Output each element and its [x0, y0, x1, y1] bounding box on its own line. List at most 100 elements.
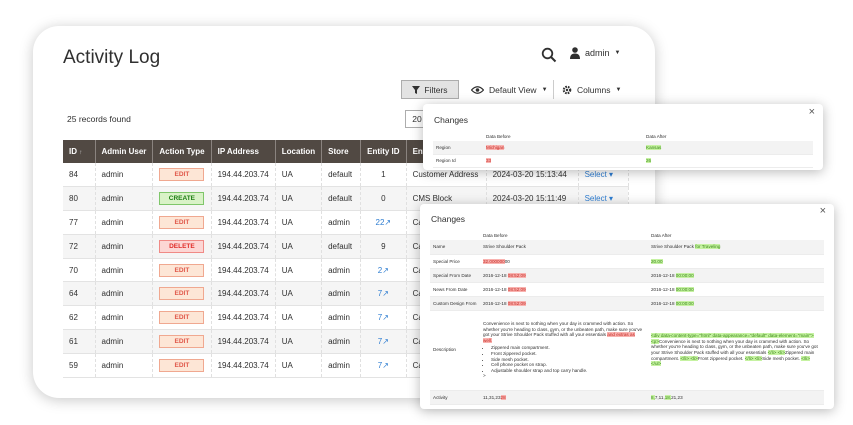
col-data-after: Data After	[646, 134, 667, 139]
cell-admin-user: admin	[95, 258, 154, 283]
changes-modal-region: Changes × Data Before Data After Region …	[423, 104, 823, 170]
field-label: Name	[430, 240, 480, 255]
chevron-down-icon: ▼	[615, 86, 622, 93]
col-data-after: Data After	[651, 232, 672, 238]
after-value: 2016-12-18	[651, 286, 675, 292]
field-label: Description	[430, 310, 480, 391]
cell-store: default	[321, 186, 362, 212]
cell-location: UA	[275, 258, 323, 283]
chevron-down-icon: ▼	[541, 86, 548, 93]
action-badge: EDIT	[159, 334, 205, 348]
table-row: News From Date 2016-12-18 08:52:09 2016-…	[430, 282, 824, 297]
table-row: Region Id 33 26	[433, 154, 813, 168]
added-text: </li> <li>	[680, 355, 698, 361]
user-icon	[570, 47, 580, 59]
entity-id-link[interactable]: 22↗	[376, 218, 392, 227]
select-action-dropdown[interactable]: Select	[585, 194, 607, 203]
after-value: 2016-12-18	[651, 272, 675, 278]
entity-id-link[interactable]: 2↗	[378, 266, 389, 275]
cell-admin-user: admin	[95, 281, 154, 307]
cell-id: 62	[63, 305, 96, 331]
user-menu[interactable]: admin ▼	[570, 47, 620, 59]
before-value: Strive Shoulder Pack	[480, 240, 648, 255]
col-store[interactable]: Store	[321, 140, 362, 163]
cell-store: admin	[321, 353, 362, 378]
table-row: Special From Date 2016-12-18 08:52:09 20…	[430, 268, 824, 283]
field-label: News From Date	[430, 282, 480, 297]
entity-id-link[interactable]: 7↗	[378, 337, 389, 346]
cell-id: 84	[63, 163, 96, 188]
modal-title: Changes	[434, 115, 469, 125]
cell-admin-user: admin	[95, 210, 154, 235]
close-icon[interactable]: ×	[809, 106, 815, 118]
added-text: 00:00:00	[675, 272, 694, 278]
cell-admin-user: admin	[95, 353, 154, 378]
added-text: </li> <li>	[744, 355, 763, 361]
field-label: Region	[433, 141, 483, 155]
search-icon[interactable]	[541, 47, 557, 63]
changes-modal-product: Changes × Data Before Data After Name St…	[420, 204, 834, 409]
columns-dropdown[interactable]: Columns ▼	[553, 80, 622, 99]
cell-location: UA	[275, 186, 323, 212]
cell-id: 70	[63, 258, 96, 283]
entity-id-link[interactable]: 7↗	[378, 289, 389, 298]
gear-icon	[562, 85, 572, 94]
cell-ip: 194.44.203.74	[211, 329, 276, 354]
added-text: 00:00:00	[675, 286, 694, 292]
cell-id: 80	[63, 186, 96, 212]
col-admin-user[interactable]: Admin User	[95, 140, 154, 163]
removed-text: 08:52:09	[507, 286, 526, 292]
entity-id-link[interactable]: 7↗	[378, 361, 389, 370]
entity-id-link[interactable]: 9	[381, 242, 385, 251]
col-data-before: Data Before	[483, 232, 508, 238]
table-row: Region Michigan Kansas	[433, 141, 813, 155]
filters-button[interactable]: Filters	[401, 80, 459, 99]
chevron-down-icon: ▼	[614, 50, 621, 56]
cell-location: UA	[275, 281, 323, 307]
added-text: 20.00	[651, 258, 663, 264]
action-badge: EDIT	[159, 215, 205, 229]
cell-admin-user: admin	[95, 163, 154, 188]
list-item: Adjustable shoulder strap and top carry …	[491, 368, 645, 374]
cell-location: UA	[275, 210, 323, 235]
cell-admin-user: admin	[95, 234, 154, 259]
cell-id: 61	[63, 329, 96, 354]
after-value: 2016-12-18	[651, 300, 675, 306]
entity-id-link[interactable]: 7↗	[378, 313, 389, 322]
filter-icon	[412, 85, 421, 94]
columns-label: Columns	[577, 84, 611, 95]
close-icon[interactable]: ×	[820, 205, 826, 217]
table-row: Custom Design From 2016-12-18 08:52:09 2…	[430, 296, 824, 311]
col-id[interactable]: ID ↑	[63, 140, 96, 163]
cell-ip: 194.44.203.74	[211, 353, 276, 378]
changes-table: Data Before Data After Region Michigan K…	[433, 132, 813, 168]
changes-table: Data Before Data After Name Strive Shoul…	[430, 230, 824, 405]
col-ip-address[interactable]: IP Address	[211, 140, 276, 163]
cell-store: admin	[321, 210, 362, 235]
select-action-dropdown[interactable]: Select	[585, 170, 607, 179]
removed-text: 32.000000	[483, 258, 505, 264]
action-badge: DELETE	[159, 239, 205, 253]
cell-location: UA	[275, 163, 323, 188]
before-value: 2016-12-18	[483, 286, 507, 292]
cell-id: 77	[63, 210, 96, 235]
cell-ip: 194.44.203.74	[211, 210, 276, 235]
col-location[interactable]: Location	[275, 140, 323, 163]
entity-id-link[interactable]: 1	[381, 170, 385, 179]
action-badge: EDIT	[159, 263, 205, 277]
default-view-dropdown[interactable]: Default View ▼	[471, 80, 548, 99]
col-entity-id[interactable]: Entity ID	[360, 140, 407, 163]
cell-ip: 194.44.203.74	[211, 258, 276, 283]
after-value: Side mesh pocket.	[762, 355, 800, 361]
filters-label: Filters	[424, 84, 448, 95]
cell-admin-user: admin	[95, 329, 154, 354]
records-count: 25 records found	[67, 114, 131, 124]
entity-id-link[interactable]: 0	[381, 194, 385, 203]
cell-admin-user: admin	[95, 186, 154, 212]
cell-store: default	[321, 163, 362, 188]
after-value: 7,11,	[654, 394, 665, 400]
action-badge: CREATE	[159, 192, 205, 206]
action-badge: EDIT	[159, 287, 205, 301]
col-action-type[interactable]: Action Type	[152, 140, 212, 163]
cell-ip: 194.44.203.74	[211, 186, 276, 212]
